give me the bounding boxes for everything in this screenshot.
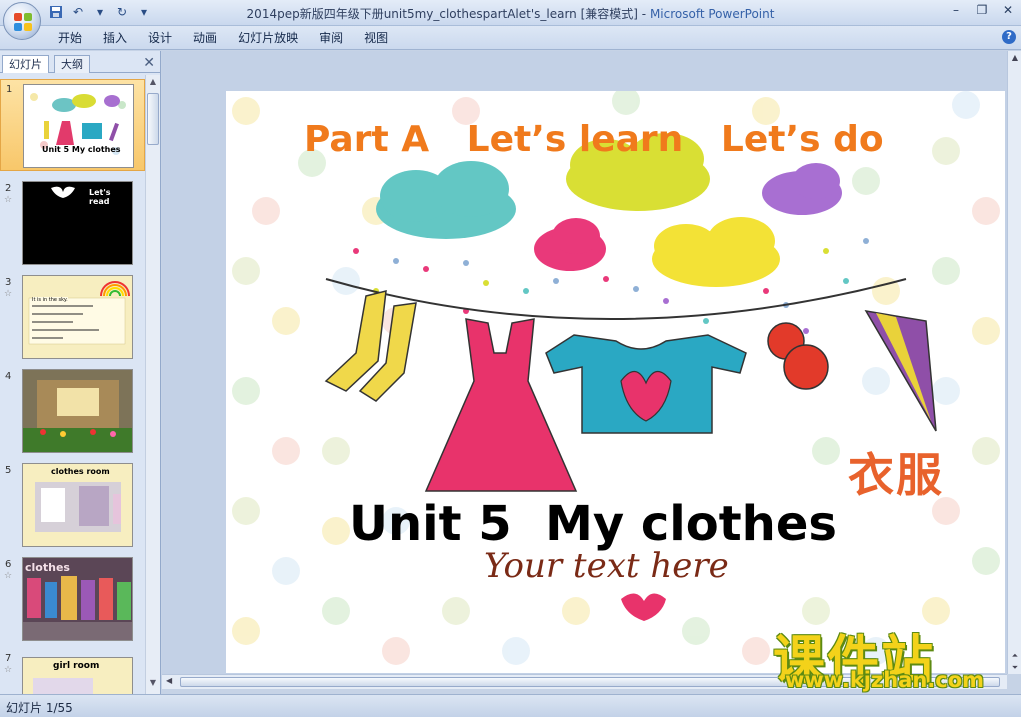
document-title: 2014pep新版四年级下册unit5my_clothespartAlet's_… — [246, 7, 638, 21]
close-pane-icon[interactable]: ✕ — [143, 55, 155, 71]
slide-indicator: 幻灯片 1/55 — [6, 701, 73, 715]
thumbnail-label: Let's read — [89, 188, 111, 206]
thumbnail-number: 2 — [5, 183, 12, 194]
animation-star-icon: ☆ — [4, 665, 13, 675]
window-title: 2014pep新版四年级下册unit5my_clothespartAlet's_… — [0, 5, 1021, 22]
scroll-down-icon[interactable]: ▼ — [147, 678, 159, 692]
thumbnail-scrollbar[interactable]: ▲ ▼ — [145, 75, 160, 694]
tab-outline[interactable]: 大纲 — [54, 55, 90, 73]
animation-star-icon: ☆ — [4, 571, 13, 581]
title-bar: ↶ ▾ ↻ ▾ 2014pep新版四年级下册unit5my_clothespar… — [0, 0, 1021, 26]
tab-view[interactable]: 视图 — [364, 30, 403, 46]
slide-thumbnail-2[interactable]: 2 ☆ Let's read — [0, 179, 145, 267]
slide-editor-area: Part A Let’s learn Let’s do 衣服 Unit 5 My… — [162, 51, 1007, 674]
thumbnail-number: 1 — [6, 84, 13, 95]
thumbnail-number: 7 — [5, 653, 12, 664]
thumbnail-number: 5 — [5, 465, 12, 476]
tab-slide-show[interactable]: 幻灯片放映 — [238, 30, 313, 46]
thumbnail-number: 3 — [5, 277, 12, 288]
restore-button[interactable]: ❐ — [973, 2, 991, 18]
previous-slide-icon[interactable]: ⏶ — [1008, 651, 1021, 661]
slide-placeholder-text[interactable]: Your text here — [484, 546, 729, 586]
current-slide[interactable]: Part A Let’s learn Let’s do 衣服 Unit 5 My… — [226, 91, 1005, 673]
office-logo-icon — [14, 13, 32, 31]
slide-thumbnail-4[interactable]: 4 — [0, 367, 145, 455]
thumbnail-image: clothes — [22, 557, 133, 641]
help-icon[interactable]: ? — [1002, 30, 1016, 44]
thumbnail-image: Let's read — [22, 181, 133, 265]
next-slide-icon[interactable]: ⏷ — [1008, 663, 1021, 673]
ribbon: 开始 插入 设计 动画 幻灯片放映 审阅 视图 ? — [0, 26, 1021, 50]
title-separator: - — [637, 7, 650, 21]
slide-title: Part A Let’s learn Let’s do — [304, 119, 884, 160]
thumbnail-list: 1 Unit 5 My clothes 2 ☆ Let's read 3 ☆ I… — [0, 75, 145, 694]
tab-animations[interactable]: 动画 — [193, 30, 232, 46]
close-button[interactable]: ✕ — [999, 2, 1017, 18]
thumbnail-image: Unit 5 My clothes — [23, 84, 134, 168]
slide-chinese-label: 衣服 — [848, 448, 944, 502]
pane-tabs: 幻灯片 大纲 ✕ — [0, 53, 161, 73]
thumbnail-number: 4 — [5, 371, 12, 382]
thumbnail-label: Unit 5 My clothes — [42, 145, 121, 154]
thumbnail-image: girl room — [22, 657, 133, 694]
window-controls: – ❐ ✕ — [947, 2, 1017, 18]
minimize-button[interactable]: – — [947, 2, 965, 18]
thumbnail-number: 6 — [5, 559, 12, 570]
slide-vertical-scrollbar[interactable]: ▲ ⏶ ⏷ — [1007, 51, 1021, 674]
watermark-logo: 课件站 www.kjzhan.com — [773, 618, 1001, 694]
watermark-url: www.kjzhan.com — [785, 668, 985, 692]
tab-home[interactable]: 开始 — [58, 30, 97, 46]
slide-thumbnail-3[interactable]: 3 ☆ It is in the sky. — [0, 273, 145, 361]
ribbon-tabs: 开始 插入 设计 动画 幻灯片放映 审阅 视图 — [58, 30, 409, 46]
tab-design[interactable]: 设计 — [148, 30, 187, 46]
app-name: Microsoft PowerPoint — [649, 7, 775, 21]
slide-thumbnail-7[interactable]: 7 ☆ girl room — [0, 649, 145, 694]
thumbnail-image: It is in the sky. — [22, 275, 133, 359]
thumbnail-label: girl room — [53, 661, 100, 671]
status-bar: 幻灯片 1/55 — [0, 694, 1021, 717]
thumbnail-image — [22, 369, 133, 453]
tab-review[interactable]: 审阅 — [319, 30, 358, 46]
slides-pane: 幻灯片 大纲 ✕ 1 Unit 5 My clothes 2 ☆ Let's r… — [0, 51, 161, 694]
thumbnail-label: It is in the sky. — [32, 297, 68, 303]
tab-slides[interactable]: 幻灯片 — [2, 55, 49, 73]
thumbnail-label: clothes room — [51, 467, 110, 476]
tab-insert[interactable]: 插入 — [103, 30, 142, 46]
slide-thumbnail-1[interactable]: 1 Unit 5 My clothes — [0, 79, 145, 171]
scroll-left-icon[interactable]: ◀ — [166, 676, 172, 685]
scrollbar-thumb[interactable] — [147, 93, 159, 145]
scroll-up-icon[interactable]: ▲ — [1008, 53, 1021, 62]
animation-star-icon: ☆ — [4, 195, 13, 205]
slide-thumbnail-5[interactable]: 5 clothes room — [0, 461, 145, 549]
slide-thumbnail-6[interactable]: 6 ☆ clothes — [0, 555, 145, 643]
scroll-up-icon[interactable]: ▲ — [147, 77, 159, 91]
office-button[interactable] — [3, 2, 41, 40]
thumbnail-image: clothes room — [22, 463, 133, 547]
thumbnail-label: clothes — [25, 561, 70, 574]
slide-unit-heading: Unit 5 My clothes — [349, 496, 837, 552]
animation-star-icon: ☆ — [4, 289, 13, 299]
